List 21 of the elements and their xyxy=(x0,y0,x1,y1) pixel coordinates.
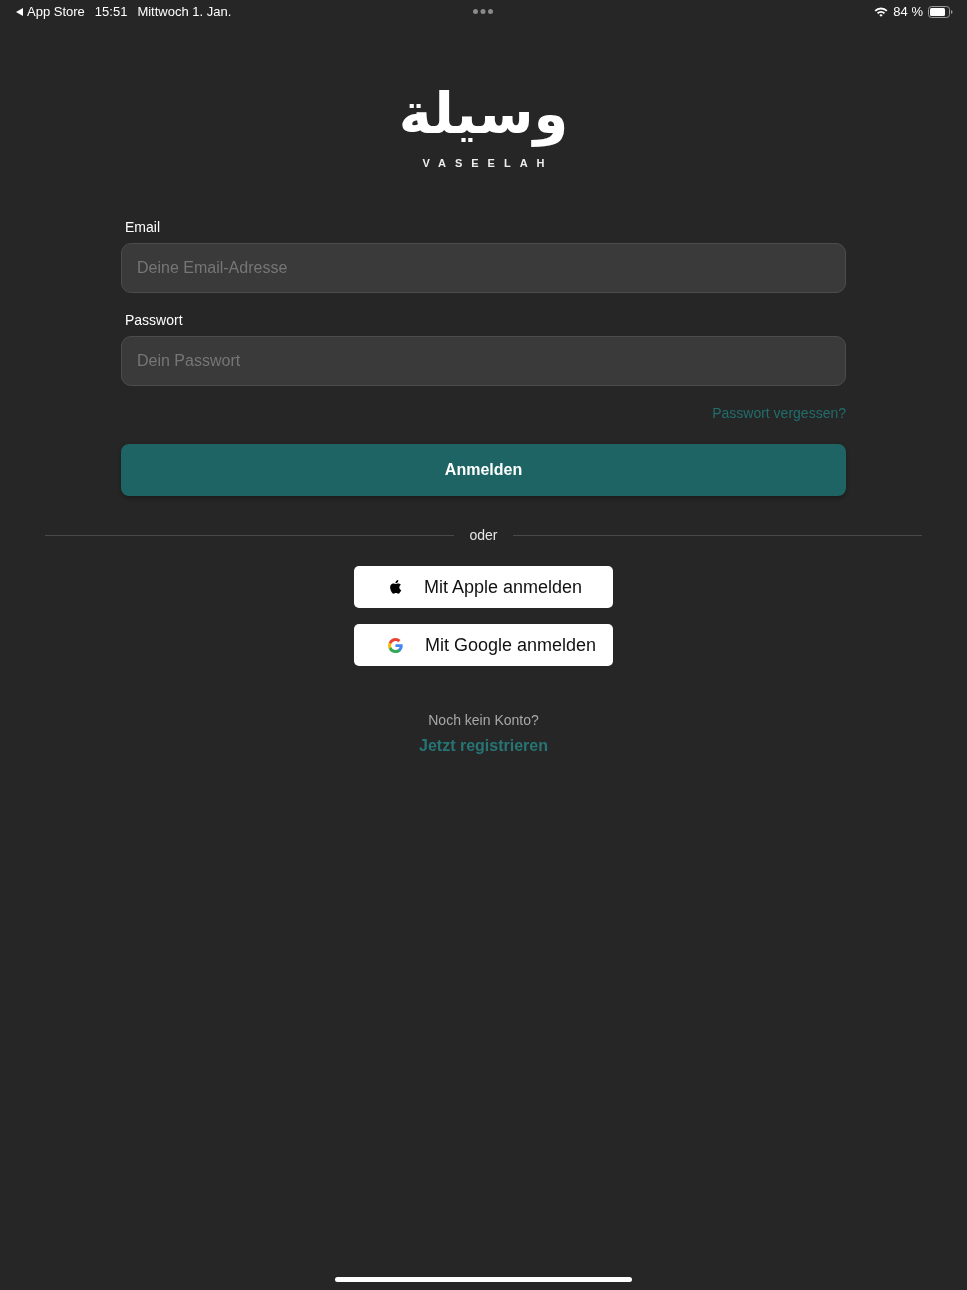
status-date: Mittwoch 1. Jan. xyxy=(137,4,232,20)
field-label: Email xyxy=(124,219,160,236)
input-field[interactable]: Deine Email-Adresse xyxy=(121,243,846,293)
social-login-button[interactable]: Mit Google anmelden xyxy=(354,624,613,666)
field-label: Passwort xyxy=(124,312,183,329)
signup-prompt: Noch kein Konto? xyxy=(428,712,539,729)
wifi-icon xyxy=(874,7,889,17)
ellipsis-icon[interactable] xyxy=(473,9,493,14)
back-app-label[interactable]: App Store xyxy=(27,4,85,20)
battery-percent: 84 % xyxy=(893,4,923,20)
login-button[interactable]: Anmelden xyxy=(121,444,846,496)
status-time: 15:51 xyxy=(94,4,128,20)
back-triangle-icon[interactable] xyxy=(16,8,23,16)
input-field[interactable]: Dein Passwort xyxy=(121,336,846,386)
google-logo-icon xyxy=(388,637,403,653)
divider-label: oder xyxy=(468,527,499,544)
battery-icon xyxy=(928,6,953,18)
social-login-button[interactable]: Mit Apple anmelden xyxy=(354,566,613,608)
logo-latin-text: VASEELAH xyxy=(421,157,554,170)
logo-arabic-text: وسيلة xyxy=(398,80,569,149)
apple-logo-icon xyxy=(388,579,402,595)
